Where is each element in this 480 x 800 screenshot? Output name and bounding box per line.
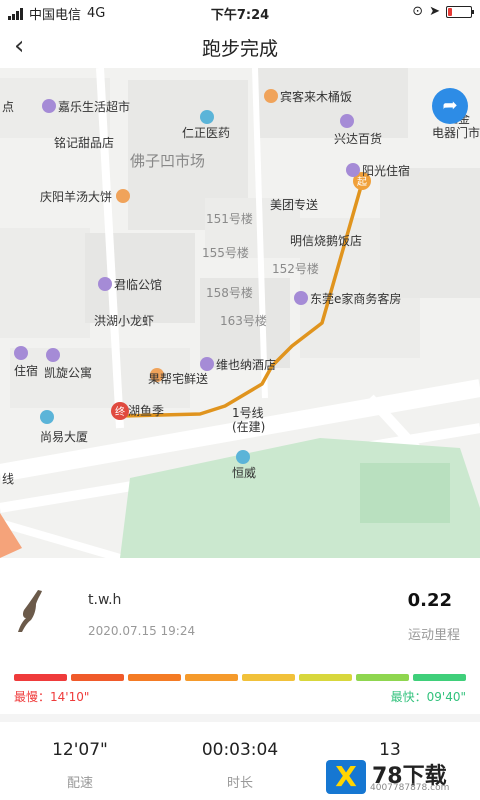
poi-label: 洪湖小龙虾 <box>94 314 155 328</box>
poi-label <box>14 346 30 361</box>
slowest-pace-label: 最慢： <box>14 690 51 704</box>
hotel-pin-icon <box>346 163 360 177</box>
location-arrow-icon: ➤ <box>429 4 440 19</box>
poi-label: 维也纳酒店 <box>200 356 276 373</box>
poi-label: 163号楼 <box>220 314 267 328</box>
building-pin-icon <box>40 410 54 424</box>
poi-label: 仁正医药 <box>182 126 231 140</box>
end-marker: 终 <box>111 402 129 420</box>
pace-segment <box>299 674 352 681</box>
poi-label: (在建) <box>232 420 266 434</box>
poi-label: 尚易大厦 <box>40 430 89 444</box>
status-bar: 中国电信 4G 下午7:24 ⊙ ➤ <box>0 0 480 24</box>
poi-label: 住宿 <box>14 364 39 378</box>
pace-segment <box>356 674 409 681</box>
status-time: 下午7:24 <box>210 8 270 23</box>
section-divider <box>0 714 480 722</box>
distance-value: 0.22 <box>407 590 452 611</box>
route-map[interactable]: 终 起 点 嘉乐生活超市 铭记甜品店 庆阳羊汤大饼 佛子凹市场 仁正医药 宾客来… <box>0 68 480 558</box>
building-pin-icon <box>236 450 250 464</box>
poi-label <box>200 110 216 125</box>
poi-label <box>340 114 356 129</box>
watermark-url: 4007787878.com <box>370 783 450 793</box>
runner-silhouette-icon <box>18 590 42 632</box>
run-summary: t.w.h 2020.07.15 19:24 0.22 运动里程 <box>0 558 480 658</box>
navigate-arrow-icon: ➦ <box>442 95 458 116</box>
poi-label <box>46 348 62 363</box>
pace-segment <box>71 674 124 681</box>
poi-label: 湖鱼季 <box>128 404 165 418</box>
restaurant-pin-icon <box>264 89 278 103</box>
pace-segment <box>242 674 295 681</box>
poi-label: 美团专送 <box>270 198 319 212</box>
pace-segment <box>128 674 181 681</box>
hotel-pin-icon <box>46 348 60 362</box>
battery-fill <box>448 7 453 16</box>
rotation-lock-icon: ⊙ <box>412 4 424 19</box>
poi-label: 凯旋公寓 <box>44 366 93 380</box>
watermark-logo: X <box>326 760 366 794</box>
hotel-pin-icon <box>14 346 28 360</box>
stat-value: 13 <box>379 740 401 760</box>
hotel-pin-icon <box>200 357 214 371</box>
stat-duration: 00:03:04 时长 <box>160 740 320 791</box>
slowest-pace-value: 14'10" <box>50 690 90 704</box>
watermark: X 78下载 4007787878.com <box>326 758 476 796</box>
fastest-pace-label: 最快： <box>390 690 427 704</box>
page-title: 跑步完成 <box>201 38 278 60</box>
restaurant-pin-icon <box>115 189 130 203</box>
poi-label: 阳光住宿 <box>346 162 410 179</box>
run-date: 2020.07.15 19:24 <box>88 624 196 638</box>
hotel-pin-icon <box>42 99 56 113</box>
navigate-button[interactable]: ➦ <box>432 88 468 124</box>
distance-label: 运动里程 <box>407 628 460 643</box>
user-name: t.w.h <box>88 592 122 608</box>
status-right: ⊙ ➤ <box>412 4 474 19</box>
pace-segment <box>185 674 238 681</box>
pharmacy-pin-icon <box>200 110 214 124</box>
poi-label <box>40 410 56 425</box>
battery-icon <box>446 5 474 18</box>
fastest-pace: 最快：09'40" <box>391 688 466 705</box>
pace-gradient-bar <box>14 674 466 681</box>
poi-label: 铭记甜品店 <box>54 136 115 150</box>
poi-label: 151号楼 <box>206 212 253 226</box>
hotel-pin-icon <box>294 291 308 305</box>
poi-label: 宾客来木桶饭 <box>264 88 352 105</box>
poi-label: 佛子凹市场 <box>130 152 206 170</box>
stat-value: 12'07" <box>52 740 108 760</box>
stat-label: 时长 <box>226 776 253 791</box>
stat-pace: 12'07" 配速 <box>0 740 160 791</box>
poi-label: 152号楼 <box>272 262 319 276</box>
pace-segment <box>413 674 466 681</box>
poi-label: 点 <box>2 100 15 114</box>
poi-label: 嘉乐生活超市 <box>42 98 130 115</box>
poi-label: 明信烧鹅饭店 <box>290 234 363 248</box>
poi-label: 果帮宅鲜送 <box>148 372 209 386</box>
slowest-pace: 最慢：14'10" <box>14 688 89 705</box>
stat-value: 00:03:04 <box>201 740 279 760</box>
poi-label: 电器门市 <box>432 126 480 140</box>
poi-label: 兴达百货 <box>334 132 383 146</box>
fastest-pace-value: 09'40" <box>426 690 466 704</box>
pace-segment <box>14 674 67 681</box>
poi-label: 君临公馆 <box>98 276 162 293</box>
hotel-pin-icon <box>98 277 112 291</box>
poi-label: 庆阳羊汤大饼 <box>40 188 132 205</box>
poi-label: 恒威 <box>232 466 257 480</box>
nav-bar: ‹ 跑步完成 <box>0 24 480 68</box>
poi-label: 155号楼 <box>202 246 249 260</box>
poi-label: 线 <box>2 472 15 486</box>
end-marker-label: 终 <box>115 405 125 418</box>
stat-label: 配速 <box>66 776 93 791</box>
poi-label <box>236 450 252 465</box>
poi-label: 东莞e家商务客房 <box>294 290 401 307</box>
shop-pin-icon <box>340 114 354 128</box>
poi-label: 158号楼 <box>206 286 253 300</box>
